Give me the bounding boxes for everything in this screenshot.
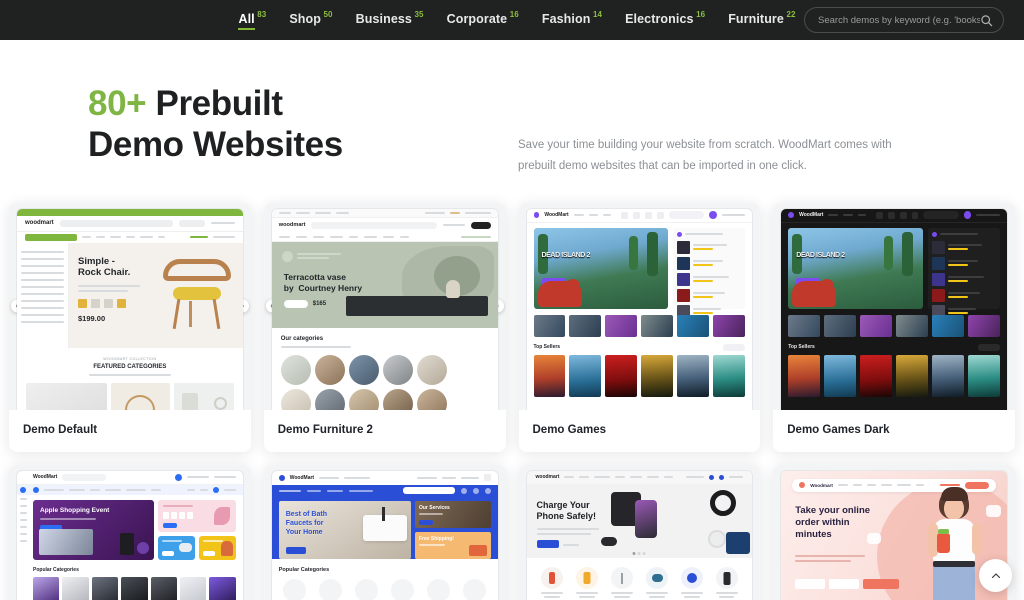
thumb-page: woodmart Charge Your Phone Safely! <box>526 470 753 600</box>
scroll-to-top-button[interactable] <box>979 559 1012 592</box>
nav-item-business[interactable]: Business 35 <box>355 9 424 26</box>
demo-card-title: Demo Default <box>23 423 98 436</box>
thumb-page: WoodMart <box>271 470 498 600</box>
nav-item-label: Fashion <box>541 11 591 26</box>
nav-item-fashion[interactable]: Fashion 14 <box>541 9 603 26</box>
demo-card-title: Demo Games Dark <box>787 423 890 436</box>
search-input[interactable] <box>818 14 980 26</box>
nav-item-count: 50 <box>323 9 333 19</box>
demo-grid: ❮ ❯ woodmart <box>0 202 1024 600</box>
demo-search <box>804 7 1004 33</box>
nav-item-count: 14 <box>592 9 603 19</box>
search-icon[interactable] <box>980 14 993 27</box>
thumb-page: Woodmart Take your online order within min… <box>781 470 1007 600</box>
nav-item-label: All <box>238 12 255 30</box>
demo-thumbnail[interactable]: woodmart Charge Your Phone Safely! <box>518 464 761 600</box>
nav-item-count: 35 <box>414 9 424 19</box>
demo-card-demo-furniture-2[interactable]: ❮ ❯ woodmart <box>263 202 506 452</box>
nav-item-label: Electronics <box>625 11 694 26</box>
nav-item-label: Business <box>355 11 412 26</box>
demo-thumbnail[interactable]: ❮ ❯ woodmart <box>9 202 251 410</box>
nav-item-furniture[interactable]: Furniture 22 <box>728 9 796 26</box>
demo-card-title: Demo Furniture 2 <box>277 423 373 436</box>
nav-item-count: 83 <box>257 9 267 19</box>
chevron-up-icon <box>991 572 1000 578</box>
nav-item-label: Furniture <box>728 11 784 26</box>
demo-card-demo-games[interactable]: WoodMart DEAD ISLAND 2 Top Sellers Demo … <box>518 202 761 452</box>
search-box[interactable] <box>804 7 1004 33</box>
demo-thumbnail[interactable]: WoodMart <box>263 464 506 600</box>
nav-item-count: 16 <box>696 9 706 19</box>
demo-category-nav: All 83 Shop 50 Business 35 Corporate 16 … <box>238 9 796 30</box>
page-title: 80+ Prebuilt Demo Websites <box>88 84 518 166</box>
demo-thumbnail[interactable]: WoodMart <box>773 202 1015 410</box>
demo-thumbnail[interactable]: WoodMart <box>9 464 251 600</box>
nav-item-all[interactable]: All 83 <box>238 9 267 30</box>
thumb-page: woodmart <box>17 208 243 410</box>
demo-card-title: Demo Games <box>532 423 607 436</box>
nav-item-label: Shop <box>289 11 321 26</box>
demo-card-marketplace[interactable]: WoodMart Apple Shopping Event Popular Ca… <box>9 464 251 600</box>
demo-thumbnail[interactable]: ❮ ❯ woodmart <box>263 202 506 410</box>
nav-item-count: 22 <box>786 9 796 19</box>
page-title-accent: 80+ <box>88 84 147 123</box>
nav-item-label: Corporate <box>446 11 508 26</box>
demo-card-demo-default[interactable]: ❮ ❯ woodmart <box>9 202 251 452</box>
page-title-line2: Demo Websites <box>88 124 343 164</box>
thumb-page: WoodMart <box>781 208 1007 410</box>
hero-section: 80+ Prebuilt Demo Websites Save your tim… <box>0 40 1024 178</box>
top-navigation-bar: All 83 Shop 50 Business 35 Corporate 16 … <box>0 0 1024 40</box>
demo-card-bath[interactable]: WoodMart Best of Bath Faucets for Your H… <box>263 464 506 600</box>
demo-card-accessories[interactable]: woodmart Charge Your Phone Safely! <box>518 464 761 600</box>
nav-item-electronics[interactable]: Electronics 16 <box>625 9 706 26</box>
page-title-rest: Prebuilt <box>146 84 283 123</box>
thumb-page: WoodMart DEAD ISLAND 2 Top Sellers <box>526 208 753 410</box>
nav-item-shop[interactable]: Shop 50 <box>289 9 333 26</box>
demo-card-demo-games-dark[interactable]: WoodMart DEAD ISLAND 2 Top Sellers Demo … <box>773 202 1015 452</box>
demo-thumbnail[interactable]: WoodMart DEAD ISLAND 2 Top Sellers <box>518 202 761 410</box>
thumb-page: woodmart <box>271 208 498 410</box>
thumb-page: WoodMart <box>17 470 243 600</box>
nav-item-count: 16 <box>509 9 519 19</box>
nav-item-corporate[interactable]: Corporate 16 <box>446 9 519 26</box>
page-description: Save your time building your website fro… <box>518 139 892 173</box>
